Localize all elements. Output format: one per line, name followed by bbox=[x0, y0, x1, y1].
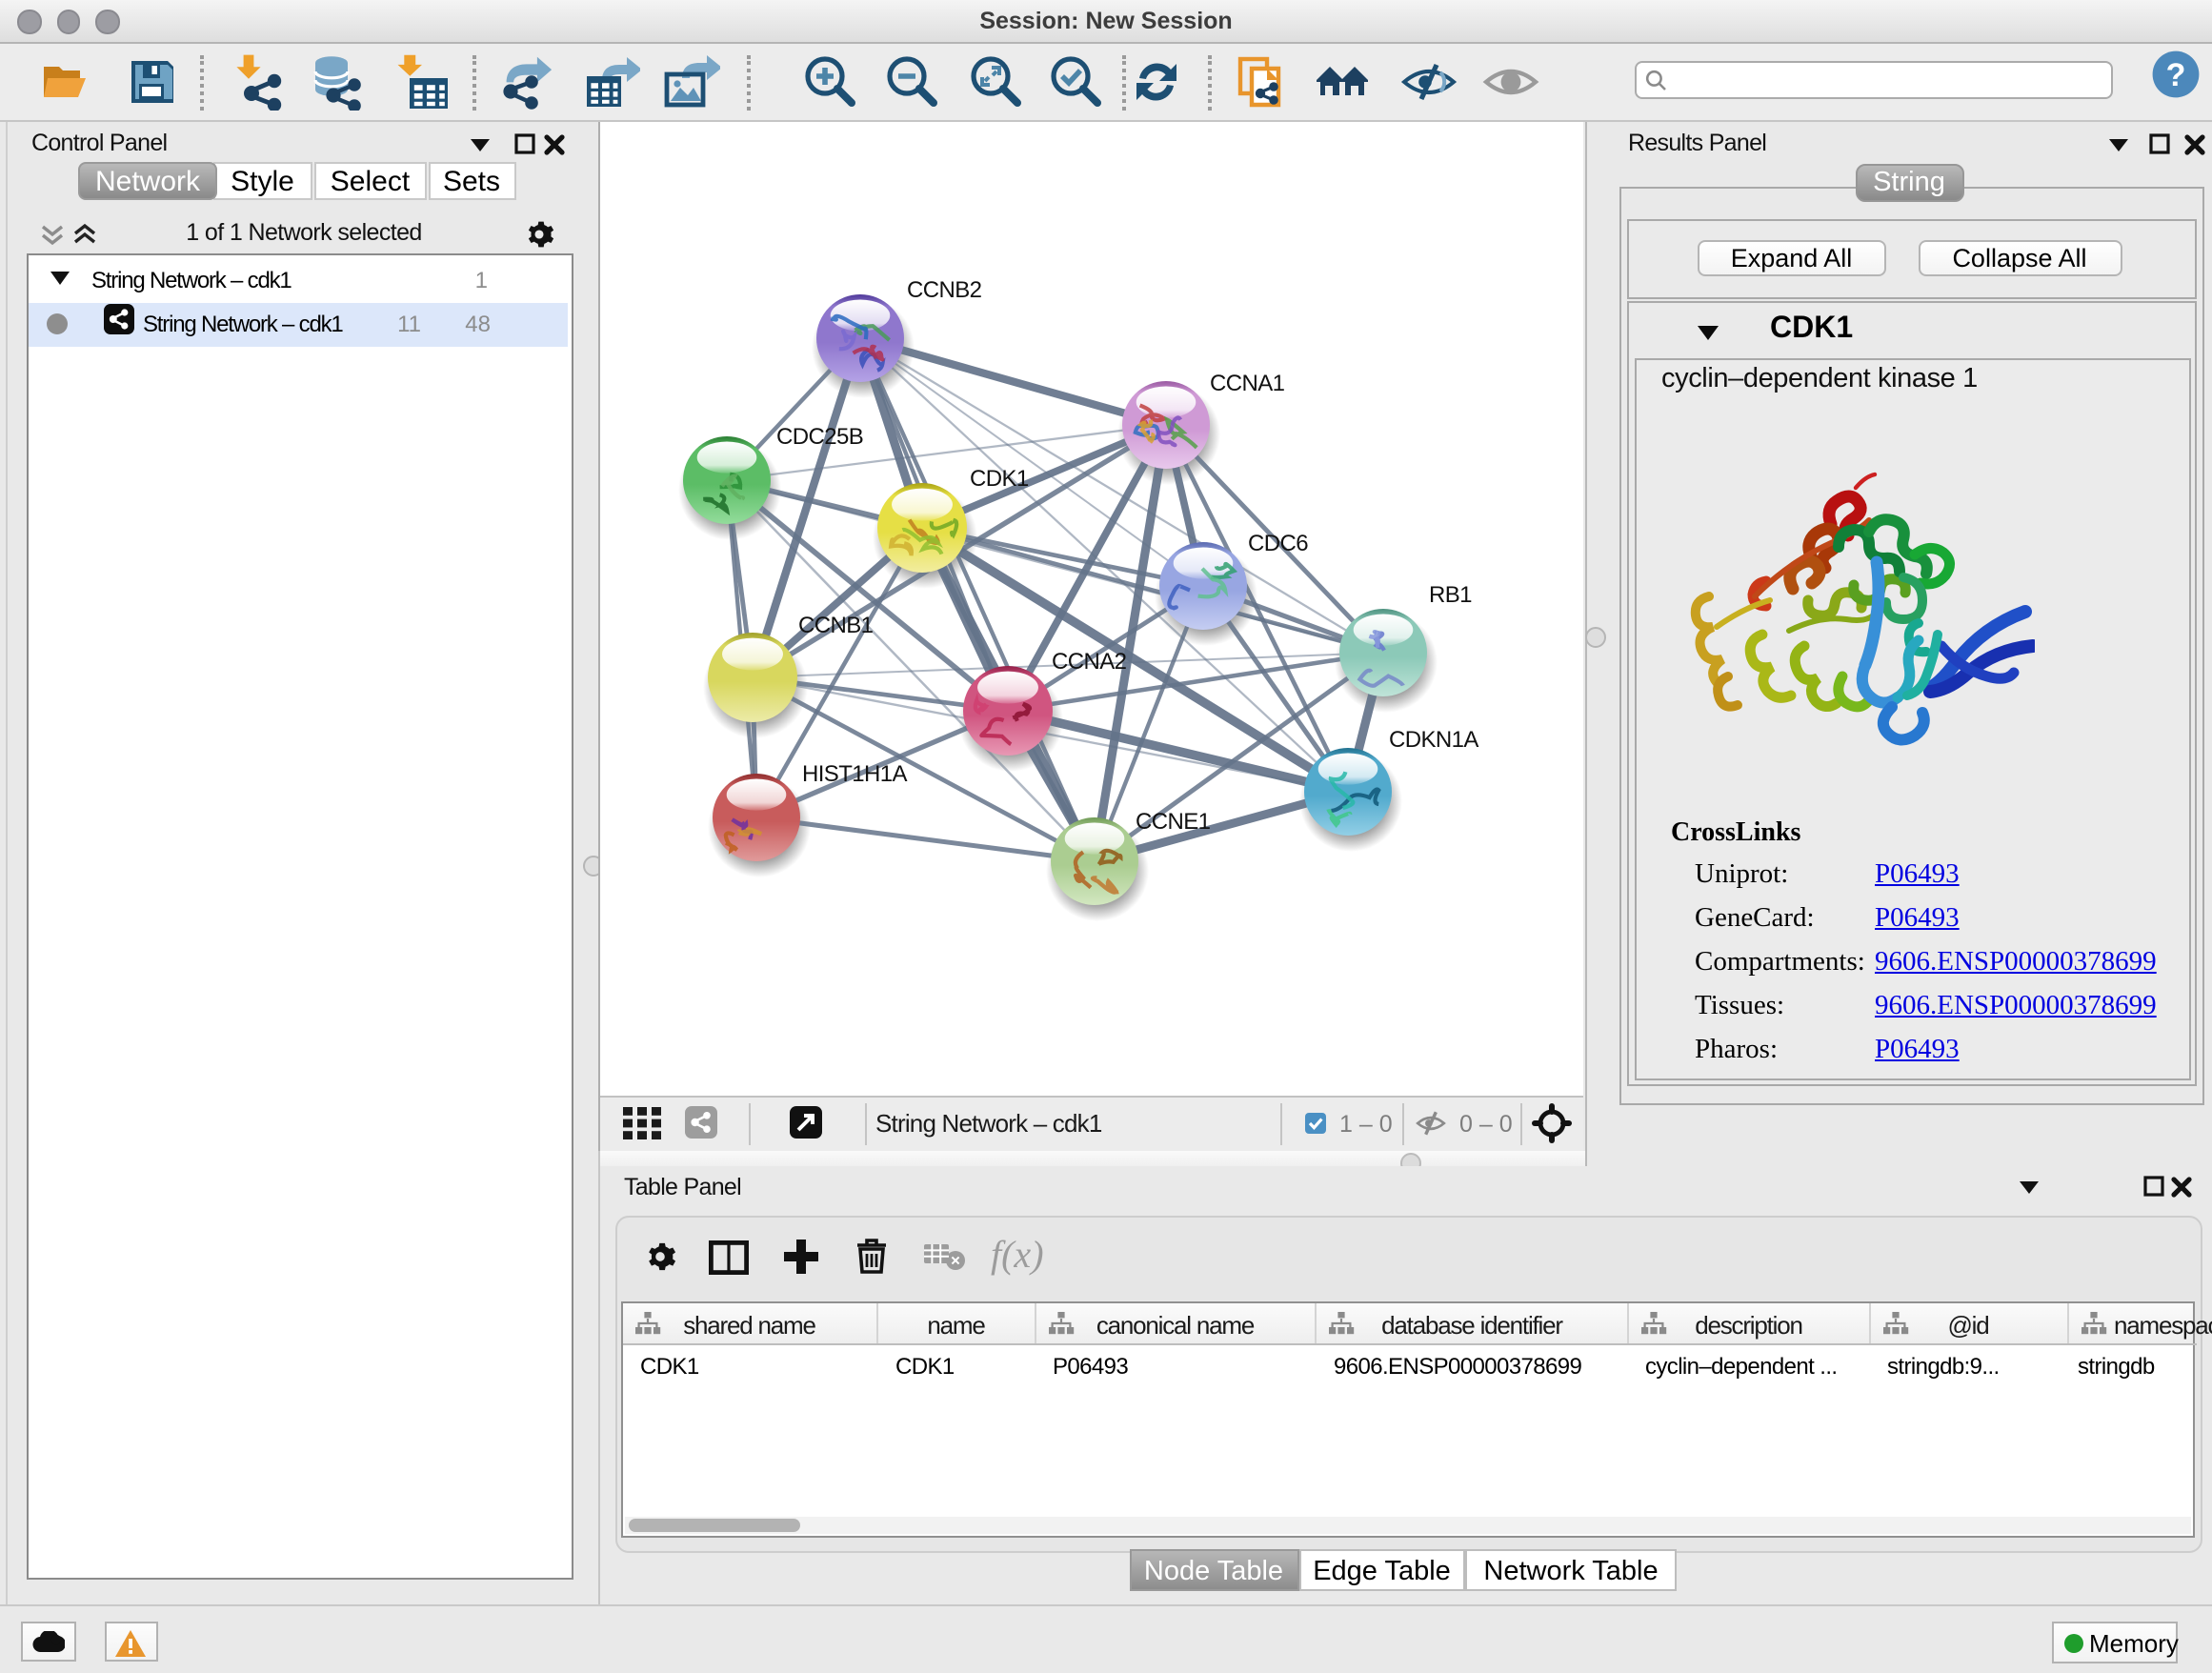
svg-text:CCNA1: CCNA1 bbox=[1210, 370, 1285, 395]
svg-text:CCNE1: CCNE1 bbox=[1136, 808, 1211, 834]
svg-text:CCNA2: CCNA2 bbox=[1052, 648, 1127, 674]
svg-text:RB1: RB1 bbox=[1429, 581, 1472, 607]
svg-text:CDK1: CDK1 bbox=[970, 465, 1029, 491]
svg-text:HIST1H1A: HIST1H1A bbox=[802, 760, 907, 786]
svg-text:CCNB2: CCNB2 bbox=[907, 276, 982, 302]
svg-text:CDC25B: CDC25B bbox=[776, 423, 863, 449]
svg-text:CDKN1A: CDKN1A bbox=[1389, 726, 1478, 752]
svg-text:CCNB1: CCNB1 bbox=[798, 612, 874, 637]
svg-text:?: ? bbox=[2166, 57, 2186, 93]
svg-text:CDC6: CDC6 bbox=[1248, 530, 1308, 555]
